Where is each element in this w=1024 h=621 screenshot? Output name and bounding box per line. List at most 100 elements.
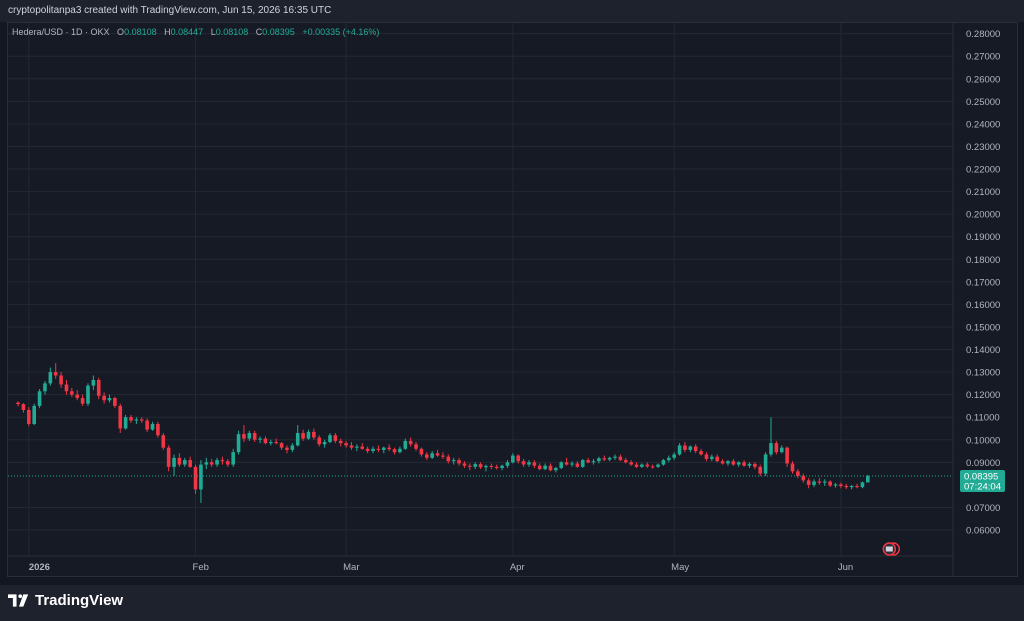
candle-body (769, 443, 773, 455)
candle (753, 462, 757, 470)
candle-body (182, 460, 187, 465)
candle (349, 442, 354, 450)
footer-bar (0, 585, 1024, 621)
candle-body (650, 466, 655, 468)
candle (285, 445, 289, 454)
markers: 0.0839507:24:04 (8, 469, 1005, 556)
chart-caption: cryptopolitanpa3 created with TradingVie… (0, 0, 1024, 22)
candle (704, 452, 709, 462)
symbol-label[interactable]: Hedera/USD · 1D · OKX (12, 27, 110, 37)
candle-body (753, 463, 757, 467)
candle (817, 478, 822, 485)
candle-body (150, 423, 155, 430)
candle-body (527, 462, 531, 465)
candle-body (478, 464, 483, 468)
candle-body (328, 435, 332, 443)
candle-body (801, 475, 806, 481)
y-tick-label: 0.09000 (966, 458, 1000, 469)
candle-body (279, 443, 284, 448)
open-value: 0.08108 (124, 27, 157, 37)
candle (661, 458, 666, 466)
y-tick-label: 0.10000 (966, 435, 1000, 446)
y-tick-label: 0.22000 (966, 165, 1000, 176)
candle (301, 429, 305, 441)
candle-body (414, 444, 418, 449)
candle-body (640, 464, 644, 467)
candle (844, 483, 849, 489)
candle-body (661, 460, 666, 465)
candle (392, 447, 397, 455)
candle-body (424, 454, 429, 458)
tradingview-logo[interactable]: TradingView (8, 590, 123, 610)
candle (774, 440, 779, 455)
candle (118, 403, 123, 433)
candle-body (559, 462, 564, 468)
candle (365, 446, 370, 454)
candle (451, 457, 456, 465)
candle (107, 394, 112, 403)
candle-body (500, 465, 504, 468)
x-tick-label: Feb (193, 562, 209, 573)
candle (828, 480, 832, 488)
candle-body (403, 440, 408, 449)
candle (199, 460, 203, 503)
candle-body (564, 462, 569, 465)
candle (677, 443, 682, 456)
low-value: 0.08108 (215, 27, 249, 37)
candle (618, 454, 623, 462)
candle (763, 452, 768, 476)
candle-body (338, 440, 343, 444)
candle (290, 443, 295, 453)
candle-body (209, 462, 214, 465)
candle (779, 445, 784, 454)
candle (344, 440, 348, 448)
candle-body (231, 452, 235, 465)
chart-panel[interactable]: 0.28000 0.27000 0.26000 0.25000 0.24000 0.230… (7, 22, 1018, 577)
candle (129, 414, 133, 423)
candle-body (333, 435, 338, 441)
y-tick-label: 0.15000 (966, 322, 1000, 333)
candle (150, 421, 155, 431)
candle (435, 449, 440, 457)
candle (720, 458, 725, 465)
candle (43, 381, 47, 395)
y-tick-label: 0.16000 (966, 300, 1000, 311)
candle (548, 463, 553, 472)
x-tick-label: Apr (510, 562, 525, 573)
candle (629, 460, 633, 466)
candle-body (446, 456, 451, 462)
candle (500, 464, 504, 471)
candle-body (193, 466, 198, 490)
candle-body (392, 449, 397, 453)
candle-body (107, 398, 112, 401)
candle (457, 457, 461, 466)
candle (812, 479, 816, 488)
candle (806, 478, 811, 489)
candle-body (736, 462, 741, 465)
candle-body (70, 391, 74, 395)
candle (322, 439, 327, 448)
candle-body (252, 432, 257, 440)
candle (21, 403, 26, 413)
candle-body (699, 451, 703, 455)
y-tick-label: 0.27000 (966, 52, 1000, 63)
y-tick-label: 0.13000 (966, 368, 1000, 379)
candle-body (796, 471, 800, 476)
candle (527, 460, 531, 467)
candle-body (430, 453, 434, 458)
candles (16, 363, 870, 503)
candle (204, 457, 209, 470)
candlestick-chart[interactable]: 0.28000 0.27000 0.26000 0.25000 0.24000 0.230… (8, 23, 1017, 576)
candle (769, 417, 773, 457)
candle-body (365, 448, 370, 452)
candle (32, 403, 37, 426)
candle-body (693, 446, 698, 452)
candle-body (317, 437, 322, 445)
candle (376, 445, 381, 453)
candle (726, 460, 730, 466)
candle (252, 430, 257, 443)
candle-body (301, 432, 305, 439)
candle-body (177, 457, 182, 465)
candle-body (322, 442, 327, 445)
candle (182, 457, 187, 467)
